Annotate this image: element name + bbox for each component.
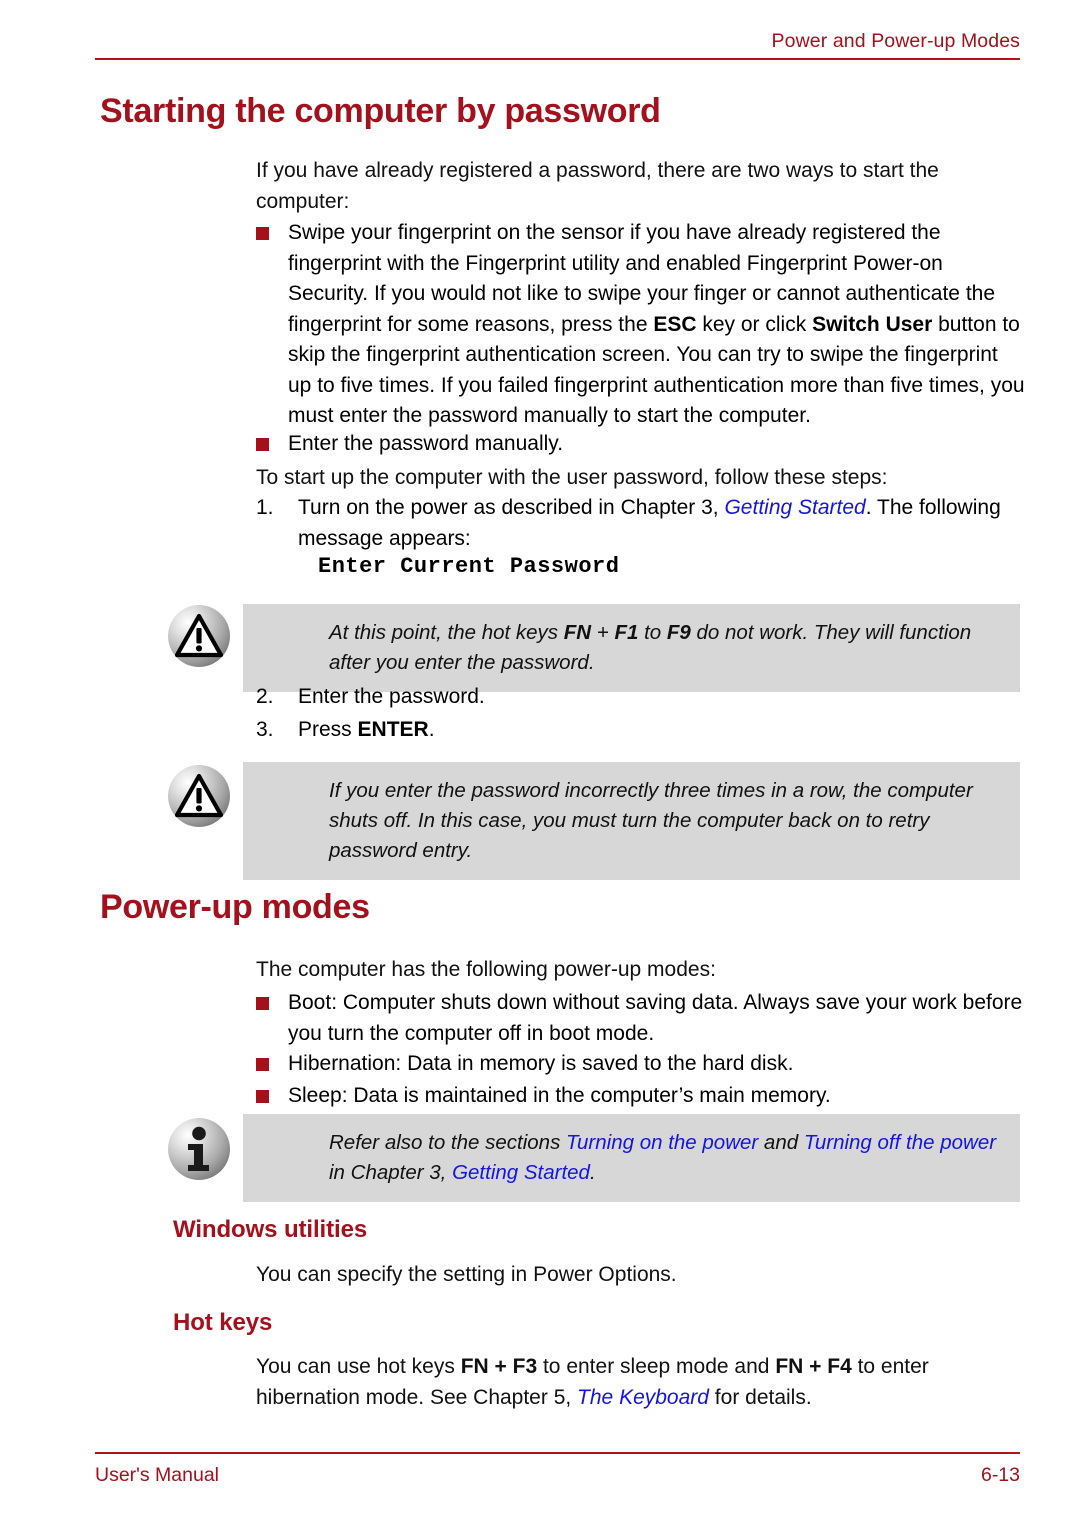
info-note-text: Refer also to the sections Turning on th…: [329, 1131, 997, 1184]
starting-intro-paragraph: If you have already registered a passwor…: [256, 159, 939, 213]
subsection-title-hot-keys: Hot keys: [173, 1309, 273, 1336]
caution-icon-glyph: [174, 773, 224, 818]
info-note-box: Refer also to the sections Turning on th…: [243, 1114, 1020, 1202]
footer-manual-label: User's Manual: [95, 1464, 220, 1486]
footer-page-number: 6-13: [980, 1464, 1020, 1486]
list-item-text: Enter the password manually.: [288, 432, 564, 455]
subsection-title-windows-utilities: Windows utilities: [173, 1216, 368, 1243]
caution-icon: [168, 765, 230, 827]
caution-note-box: At this point, the hot keys FN + F1 to F…: [243, 604, 1020, 692]
bullet-square-icon: [256, 997, 269, 1010]
header-divider: [95, 58, 1020, 60]
list-item: Enter the password manually.: [256, 429, 1026, 460]
bullet-square-icon: [256, 227, 269, 240]
step-number: 3.: [256, 718, 274, 741]
bullet-square-icon: [256, 1058, 269, 1071]
footer-divider: [95, 1452, 1020, 1454]
caution-icon-glyph: [174, 613, 224, 658]
powerup-intro-paragraph: The computer has the following power-up …: [256, 958, 716, 981]
list-item-text: Sleep: Data is maintained in the compute…: [288, 1084, 831, 1107]
caution-note-text: At this point, the hot keys FN + F1 to F…: [329, 621, 972, 674]
step-text: Turn on the power as described in Chapte…: [298, 496, 1001, 550]
info-icon-glyph: [188, 1126, 209, 1171]
caution-icon: [168, 605, 230, 667]
numbered-list-item: 3. Press ENTER.: [256, 715, 1026, 746]
info-icon: [168, 1118, 230, 1180]
caution-note-box: If you enter the password incorrectly th…: [243, 762, 1020, 880]
page-header: Power and Power-up Modes: [95, 30, 1020, 60]
page-footer: User's Manual 6-13: [95, 1452, 1020, 1486]
step-text: Press ENTER.: [298, 718, 435, 741]
list-item-text: Hibernation: Data in memory is saved to …: [288, 1052, 794, 1075]
numbered-list-item: 2. Enter the password.: [256, 682, 1026, 713]
step-text: Enter the password.: [298, 685, 485, 708]
bullet-square-icon: [256, 438, 269, 451]
list-item: Boot: Computer shuts down without saving…: [256, 988, 1026, 1049]
page-title: Starting the computer by password: [100, 92, 661, 130]
step-number: 1.: [256, 496, 274, 519]
list-item: Hibernation: Data in memory is saved to …: [256, 1049, 1026, 1080]
list-item: Swipe your fingerprint on the sensor if …: [256, 218, 1026, 432]
header-title: Power and Power-up Modes: [771, 30, 1020, 52]
list-item-text: Swipe your fingerprint on the sensor if …: [288, 221, 1025, 427]
hot-keys-paragraph: You can use hot keys FN + F3 to enter sl…: [256, 1355, 929, 1409]
windows-utilities-paragraph: You can specify the setting in Power Opt…: [256, 1263, 677, 1286]
numbered-list-item: 1. Turn on the power as described in Cha…: [256, 493, 1026, 554]
password-prompt-message: Enter Current Password: [318, 554, 620, 579]
section-title-power-up-modes: Power-up modes: [100, 888, 370, 926]
list-item: Sleep: Data is maintained in the compute…: [256, 1081, 1026, 1112]
bullet-square-icon: [256, 1090, 269, 1103]
caution-note-text: If you enter the password incorrectly th…: [329, 779, 973, 862]
list-item-text: Boot: Computer shuts down without saving…: [288, 991, 1023, 1045]
step-number: 2.: [256, 685, 274, 708]
steps-intro-paragraph: To start up the computer with the user p…: [256, 466, 888, 489]
document-page: Power and Power-up Modes Starting the co…: [0, 0, 1080, 1530]
